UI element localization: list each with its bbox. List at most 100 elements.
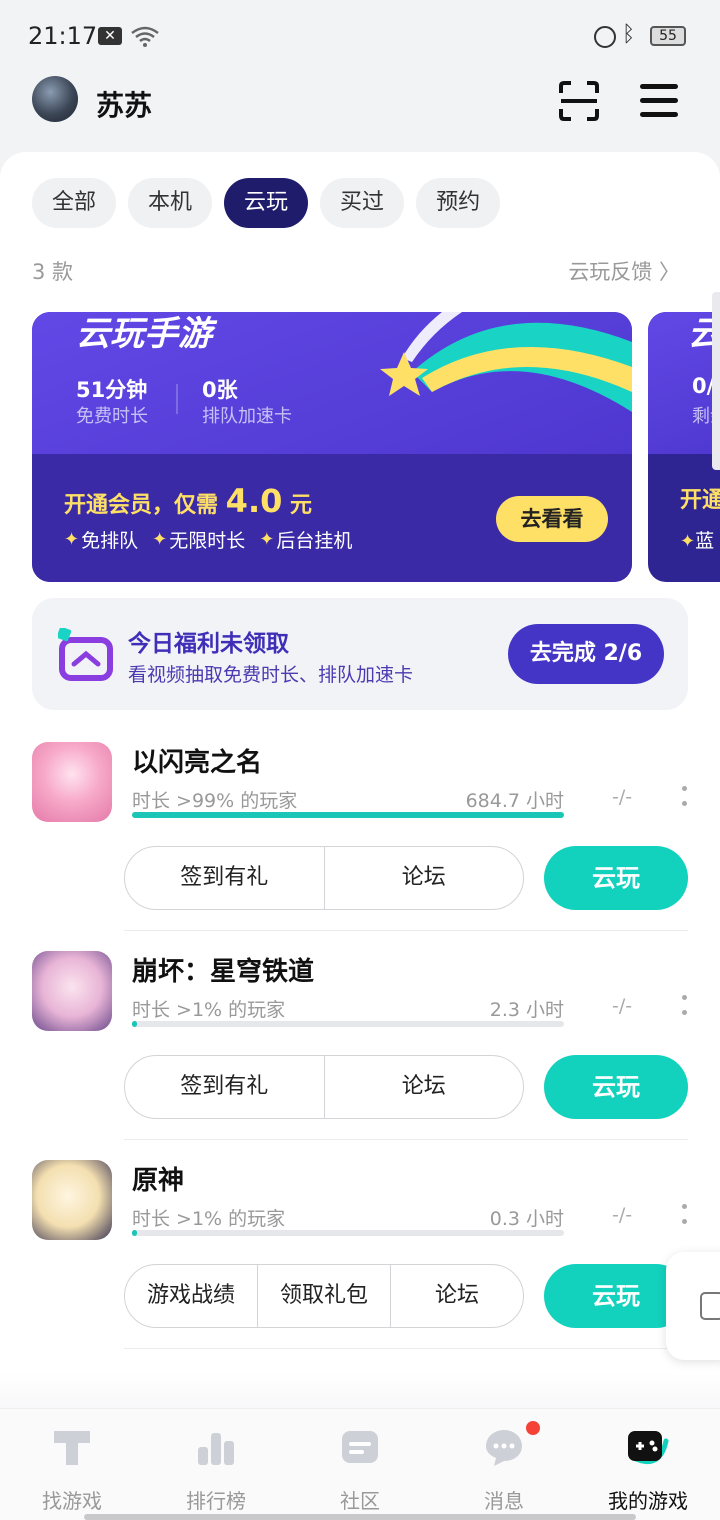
filter-tabs: 全部 本机 云玩 买过 预约 xyxy=(32,178,501,228)
filter-chip-reserved[interactable]: 预约 xyxy=(416,178,501,228)
cloud-membership-banner[interactable]: 云玩手游 51分钟 免费时长 0张 排队加速卡 开通会员，仅需 4.0 元 ✦ 免… xyxy=(32,312,632,582)
sparkle-icon: ✦ xyxy=(680,531,696,552)
filter-chip-cloud[interactable]: 云玩 xyxy=(224,178,309,228)
rotation-lock-icon xyxy=(594,26,616,48)
ranking-icon xyxy=(198,1433,234,1465)
floating-download-button[interactable] xyxy=(666,1252,720,1360)
next-banner-value: 0/ xyxy=(692,374,715,398)
playtime-progress-fill xyxy=(132,1021,138,1027)
game-item: 以闪亮之名 时长 >99% 的玩家 684.7 小时 -/- 签到有礼 论坛 云… xyxy=(32,742,688,948)
star-rail-icon[interactable] xyxy=(32,951,112,1031)
game-rating: -/- xyxy=(612,1204,633,1226)
free-time-value: 51分钟 xyxy=(76,378,148,402)
battery-icon: 55 xyxy=(650,26,686,46)
divider xyxy=(124,1139,688,1140)
filter-chip-all[interactable]: 全部 xyxy=(32,178,117,228)
menu-icon[interactable] xyxy=(640,84,678,118)
game-title[interactable]: 崩坏：星穹铁道 xyxy=(132,951,314,988)
nav-community[interactable]: 社区 xyxy=(288,1409,432,1520)
game-record-button[interactable]: 游戏战绩 xyxy=(125,1265,257,1327)
game-percentile: 时长 >99% 的玩家 xyxy=(132,790,298,812)
cloud-feedback-link[interactable]: 云玩反馈 〉 xyxy=(568,256,680,286)
complete-task-button[interactable]: 去完成 2/6 xyxy=(508,624,664,684)
game-percentile: 时长 >1% 的玩家 xyxy=(132,1208,286,1230)
next-banner-perk-label: 蓝 xyxy=(695,530,715,552)
game-action-group: 签到有礼 论坛 xyxy=(124,1055,524,1119)
perk-label: 无限时长 xyxy=(169,530,246,552)
next-banner-card[interactable]: 云 0/ 剩余 开通 ✦蓝 xyxy=(648,312,720,582)
genshin-icon[interactable] xyxy=(32,1160,112,1240)
promo-prefix: 开通会员，仅需 xyxy=(64,493,226,518)
avatar[interactable] xyxy=(32,76,78,122)
status-time: 21:17 xyxy=(28,22,98,50)
queue-card-value: 0张 xyxy=(202,378,238,402)
side-scroll-handle[interactable] xyxy=(712,292,720,470)
playtime-progress xyxy=(132,1230,564,1236)
perk-item: ✦ 无限时长 xyxy=(152,526,245,553)
nav-label: 社区 xyxy=(340,1489,380,1513)
divider xyxy=(124,930,688,931)
more-options-icon[interactable] xyxy=(680,1204,688,1224)
perk-list: ✦ 免排队 ✦ 无限时长 ✦ 后台挂机 xyxy=(64,526,352,553)
next-banner-promo: 开通 xyxy=(680,488,720,513)
wifi-icon xyxy=(131,26,159,47)
game-hours: 684.7 小时 xyxy=(465,790,564,812)
nav-label: 我的游戏 xyxy=(608,1489,688,1513)
playtime-progress-fill xyxy=(132,1230,138,1236)
promo-text: 开通会员，仅需 4.0 元 xyxy=(64,482,312,520)
notification-icon: ✕ xyxy=(98,27,122,45)
cloud-play-button[interactable]: 云玩 xyxy=(544,1055,688,1119)
checkin-gift-button[interactable]: 签到有礼 xyxy=(125,1056,324,1118)
promo-suffix: 元 xyxy=(282,493,313,518)
banner-stats-area: 云玩手游 51分钟 免费时长 0张 排队加速卡 xyxy=(32,312,632,454)
nav-label: 找游戏 xyxy=(42,1489,102,1513)
filter-chip-purchased[interactable]: 买过 xyxy=(320,178,405,228)
scan-icon[interactable] xyxy=(558,80,600,122)
claim-gift-button[interactable]: 领取礼包 xyxy=(257,1265,390,1327)
username[interactable]: 苏苏 xyxy=(96,84,152,124)
forum-button[interactable]: 论坛 xyxy=(323,1056,524,1118)
more-options-icon[interactable] xyxy=(680,995,688,1015)
forum-button[interactable]: 论坛 xyxy=(390,1265,523,1327)
perk-item: ✦ 后台挂机 xyxy=(259,526,352,553)
filter-chip-local[interactable]: 本机 xyxy=(128,178,213,228)
shining-nikki-icon[interactable] xyxy=(32,742,112,822)
find-game-icon xyxy=(54,1431,90,1465)
main-content: 全部 本机 云玩 买过 预约 3 款 云玩反馈 〉 云玩手游 51分钟 免费时长… xyxy=(0,152,720,1452)
next-banner-stats: 云 0/ 剩余 xyxy=(648,312,720,454)
home-indicator[interactable] xyxy=(84,1514,636,1520)
nav-messages[interactable]: 消息 xyxy=(432,1409,576,1520)
my-games-icon xyxy=(628,1431,669,1465)
forum-button[interactable]: 论坛 xyxy=(323,847,524,909)
download-icon xyxy=(700,1292,720,1320)
game-title[interactable]: 以闪亮之名 xyxy=(132,742,262,779)
tv-icon xyxy=(58,628,113,681)
bottom-navigation: 找游戏 排行榜 社区 消息 我的游戏 xyxy=(0,1408,720,1520)
bluetooth-icon: ᛒ xyxy=(622,22,636,47)
perk-label: 免排队 xyxy=(81,530,139,552)
nav-my-games[interactable]: 我的游戏 xyxy=(576,1409,720,1520)
game-item: 原神 时长 >1% 的玩家 0.3 小时 -/- 游戏战绩 领取礼包 论坛 云玩 xyxy=(32,1160,688,1366)
queue-card-label: 排队加速卡 xyxy=(202,406,292,427)
go-see-button[interactable]: 去看看 xyxy=(496,496,608,542)
sparkle-icon: ✦ xyxy=(152,529,168,550)
nav-find-game[interactable]: 找游戏 xyxy=(0,1409,144,1520)
more-options-icon[interactable] xyxy=(680,786,688,806)
daily-welfare-card[interactable]: 今日福利未领取 看视频抽取免费时长、排队加速卡 去完成 2/6 xyxy=(32,598,688,710)
perk-item: ✦ 免排队 xyxy=(64,526,138,553)
game-action-group: 游戏战绩 领取礼包 论坛 xyxy=(124,1264,524,1328)
sparkle-icon: ✦ xyxy=(259,529,275,550)
shooting-star-icon xyxy=(380,312,632,412)
game-hours: 2.3 小时 xyxy=(489,999,564,1021)
cloud-play-button[interactable]: 云玩 xyxy=(544,846,688,910)
playtime-progress xyxy=(132,1021,564,1027)
task-title: 今日福利未领取 xyxy=(128,631,289,657)
playtime-progress xyxy=(132,812,564,818)
nav-ranking[interactable]: 排行榜 xyxy=(144,1409,288,1520)
task-subtitle: 看视频抽取免费时长、排队加速卡 xyxy=(128,664,414,686)
next-banner-perk: ✦蓝 xyxy=(680,526,714,553)
sparkle-icon: ✦ xyxy=(64,529,80,550)
checkin-gift-button[interactable]: 签到有礼 xyxy=(125,847,324,909)
game-title[interactable]: 原神 xyxy=(132,1160,184,1197)
nav-label: 排行榜 xyxy=(186,1489,246,1513)
